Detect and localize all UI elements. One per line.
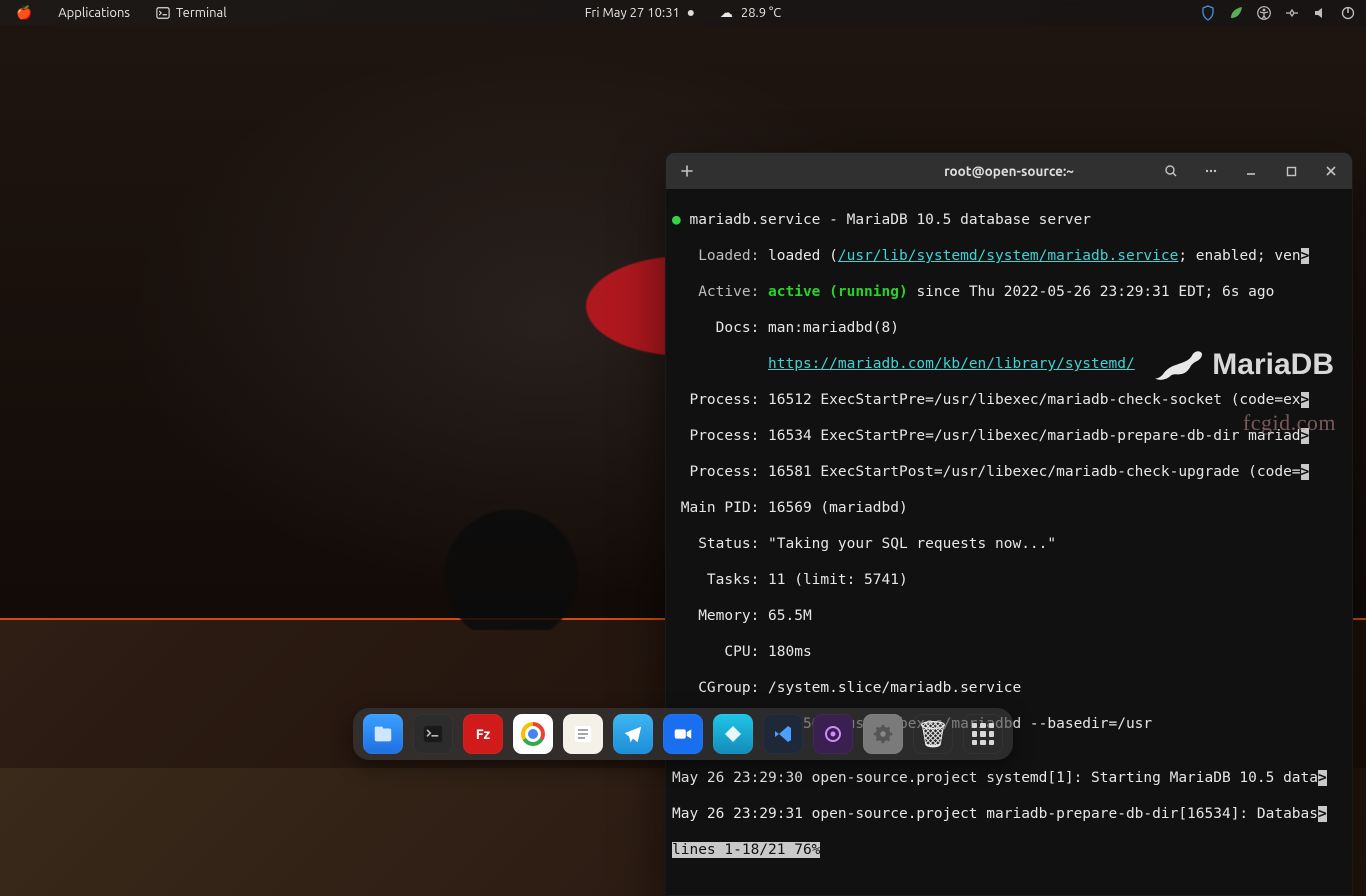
top-menubar: 🍎 Applications Terminal Fri May 27 10:31… (0, 0, 1366, 26)
power-icon[interactable] (1340, 5, 1356, 21)
accessibility-icon[interactable] (1256, 5, 1272, 21)
dock-notes[interactable] (563, 714, 603, 754)
minimize-button[interactable] (1240, 160, 1262, 182)
process-3: Process: 16581 ExecStartPost=/usr/libexe… (672, 464, 1301, 480)
notification-dot-icon (688, 10, 694, 16)
active-since: since Thu 2022-05-26 23:29:31 EDT; 6s ag… (908, 284, 1275, 300)
line-overflow-icon: > (1301, 464, 1310, 480)
shield-icon[interactable] (1200, 5, 1216, 21)
line-overflow-icon: > (1318, 770, 1327, 786)
temperature-text: 28.9 °C (741, 6, 781, 20)
dock-terminal[interactable] (413, 714, 453, 754)
terminal-menu-label: Terminal (176, 6, 227, 20)
tasks-line: Tasks: 11 (limit: 5741) (672, 571, 1346, 589)
loaded-suffix: ; enabled; ven (1178, 248, 1300, 264)
cgroup-line: CGroup: /system.slice/mariadb.service (672, 679, 1346, 697)
clock-area[interactable]: Fri May 27 10:31 ☁ 28.9 °C (585, 6, 781, 21)
cpu-line: CPU: 180ms (672, 643, 1346, 661)
mariadb-wordmark: MariaDB (1212, 348, 1334, 382)
dock-zoom[interactable] (663, 714, 703, 754)
network-icon[interactable] (1284, 5, 1300, 21)
close-button[interactable] (1320, 160, 1342, 182)
log-line-2: May 26 23:29:31 open-source.project mari… (672, 806, 1318, 822)
status-line: Status: "Taking your SQL requests now...… (672, 535, 1346, 553)
clock-text: Fri May 27 10:31 (585, 6, 680, 20)
pager-status: lines 1-18/21 76% (672, 842, 820, 858)
menu-button[interactable] (1200, 160, 1222, 182)
search-button[interactable] (1160, 160, 1182, 182)
terminal-window: root@open-source:~ ● mariadb.service - M… (665, 152, 1353, 896)
active-label: Active: (672, 284, 768, 300)
terminal-icon (156, 6, 170, 20)
dock-app-generic[interactable] (713, 714, 753, 754)
loaded-prefix: loaded ( (768, 248, 838, 264)
weather-cloud-icon: ☁ (720, 6, 733, 21)
volume-icon[interactable] (1312, 5, 1328, 21)
dock-chrome[interactable] (513, 714, 553, 754)
memory-line: Memory: 65.5M (672, 607, 1346, 625)
line-overflow-icon: > (1318, 806, 1327, 822)
dock-files[interactable] (363, 714, 403, 754)
dock-settings[interactable] (863, 714, 903, 754)
sealion-icon (1152, 348, 1204, 382)
mariadb-logo: MariaDB (1152, 348, 1334, 382)
pad (672, 356, 768, 372)
process-1: Process: 16512 ExecStartPre=/usr/libexec… (672, 392, 1301, 408)
terminal-output[interactable]: ● mariadb.service - MariaDB 10.5 databas… (666, 189, 1352, 895)
apple-menu[interactable]: 🍎 (10, 4, 38, 23)
terminal-titlebar[interactable]: root@open-source:~ (666, 153, 1352, 189)
docs-url: https://mariadb.com/kb/en/library/system… (768, 356, 1135, 372)
watermark-text: fcgid.com (1243, 410, 1336, 436)
terminal-menu-entry[interactable]: Terminal (150, 4, 233, 22)
main-pid: Main PID: 16569 (mariadbd) (672, 499, 1346, 517)
dock-filezilla[interactable]: Fz (463, 714, 503, 754)
unit-file-path: /usr/lib/systemd/system/mariadb.service (838, 248, 1178, 264)
status-dot-icon: ● (672, 212, 681, 228)
dock-telegram[interactable] (613, 714, 653, 754)
loaded-label: Loaded: (672, 248, 768, 264)
dock-trash[interactable]: 🗑 (913, 714, 953, 754)
dock-vscode[interactable] (763, 714, 803, 754)
new-tab-button[interactable] (676, 160, 698, 182)
log-line-1: May 26 23:29:30 open-source.project syst… (672, 770, 1318, 786)
chrome-icon (521, 722, 545, 746)
dock-app-grid[interactable] (963, 714, 1003, 754)
applications-menu[interactable]: Applications (52, 4, 136, 22)
active-state: active (running) (768, 284, 908, 300)
app-grid-icon (972, 723, 994, 745)
line-overflow-icon: > (1301, 248, 1310, 264)
dock: Fz 🗑 (353, 708, 1013, 760)
maximize-button[interactable] (1280, 160, 1302, 182)
docs-line: Docs: man:mariadbd(8) (672, 319, 1346, 337)
line-overflow-icon: > (1301, 392, 1310, 408)
process-2: Process: 16534 ExecStartPre=/usr/libexec… (672, 428, 1301, 444)
terminal-title: root@open-source:~ (944, 163, 1074, 179)
service-header: mariadb.service - MariaDB 10.5 database … (689, 212, 1091, 228)
leaf-icon[interactable] (1228, 5, 1244, 21)
apple-icon: 🍎 (16, 6, 32, 21)
dock-app-purple[interactable] (813, 714, 853, 754)
